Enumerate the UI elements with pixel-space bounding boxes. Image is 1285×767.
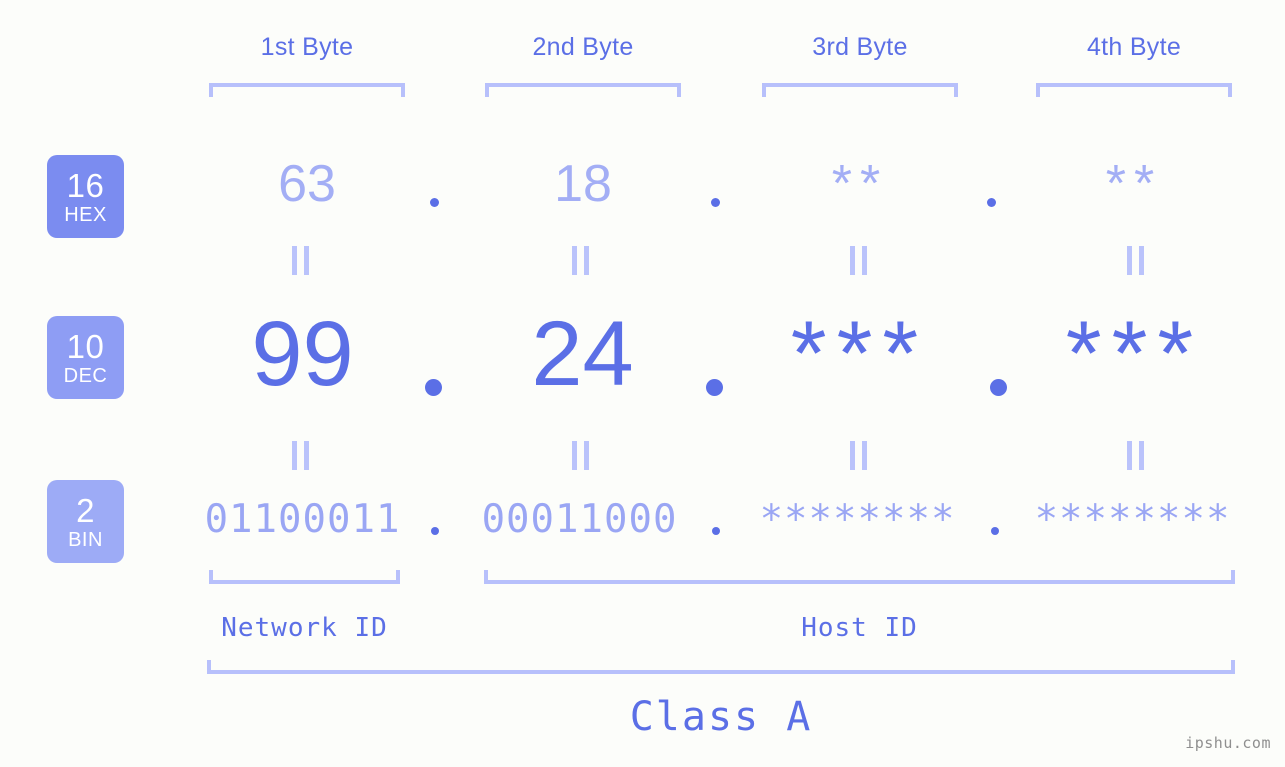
bin-byte-3-value: ******** [759,497,956,542]
dec-byte-2-value: 24 [531,303,634,405]
base-badge-hex: 16 HEX [47,155,124,238]
byte-bracket-4 [1036,83,1232,97]
byte-header-2: 2nd Byte [532,33,634,61]
equals-connector-hex-dec-4 [1127,246,1144,275]
equals-connector-hex-dec-2 [572,246,589,275]
equals-connector-hex-dec-1 [292,246,309,275]
dec-byte-4-value: *** [1065,303,1204,405]
equals-connector-dec-bin-4 [1127,441,1144,470]
base-badge-dec: 10 DEC [47,316,124,399]
byte-header-4: 4th Byte [1086,33,1182,61]
class-label: Class A [629,694,813,740]
base-badge-bin-label: BIN [68,528,103,551]
hex-separator-dot-1 [430,198,439,207]
byte-bracket-3 [762,83,958,97]
byte-header-3: 3rd Byte [812,33,908,61]
byte-header-1: 1st Byte [260,33,354,61]
hex-separator-dot-3 [987,198,996,207]
base-badge-bin: 2 BIN [47,480,124,563]
hex-byte-1-value: 63 [278,155,336,213]
hex-separator-dot-2 [711,198,720,207]
host-id-label: Host ID [801,613,918,643]
dec-byte-3-value: *** [790,303,929,405]
hex-byte-2-value: 18 [554,155,612,213]
dec-separator-dot-1 [425,379,442,396]
dec-byte-1-value: 99 [251,303,354,405]
equals-connector-dec-bin-3 [850,441,867,470]
equals-connector-dec-bin-2 [572,441,589,470]
equals-connector-hex-dec-3 [850,246,867,275]
site-watermark: ipshu.com [1185,734,1271,752]
base-badge-dec-number: 10 [66,327,105,365]
base-badge-bin-number: 2 [76,491,95,529]
network-id-bracket [209,570,400,584]
byte-bracket-1 [209,83,405,97]
base-badge-hex-number: 16 [66,166,105,204]
bin-byte-4-value: ******** [1034,497,1231,542]
hex-byte-3-value: ** [831,155,889,213]
network-id-label: Network ID [221,613,388,643]
byte-bracket-2 [485,83,681,97]
hex-byte-4-value: ** [1105,155,1163,213]
bin-separator-dot-2 [712,527,720,535]
host-id-bracket [484,570,1235,584]
ip-byte-breakdown-diagram: 1st Byte 2nd Byte 3rd Byte 4th Byte 16 H… [0,0,1285,767]
bin-separator-dot-3 [991,527,999,535]
base-badge-dec-label: DEC [63,364,108,387]
bin-byte-1-value: 01100011 [204,497,401,542]
bin-byte-2-value: 00011000 [481,497,678,542]
class-bracket [207,660,1235,674]
equals-connector-dec-bin-1 [292,441,309,470]
dec-separator-dot-2 [706,379,723,396]
dec-separator-dot-3 [990,379,1007,396]
base-badge-hex-label: HEX [64,203,107,226]
bin-separator-dot-1 [431,527,439,535]
